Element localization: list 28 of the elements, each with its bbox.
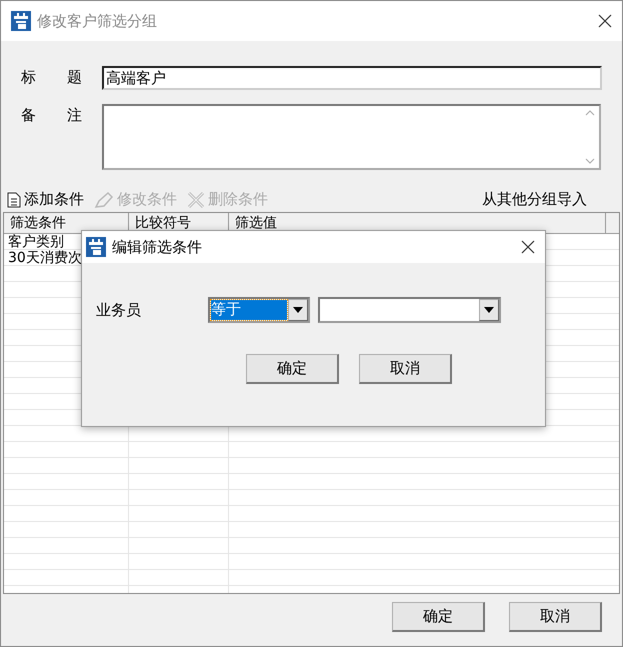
field-label: 标 题 bbox=[21, 67, 83, 87]
table-cell-text: 客户类别 bbox=[7, 234, 64, 250]
ok-button[interactable]: 确定 bbox=[392, 602, 485, 632]
cancel-button[interactable]: 取消 bbox=[359, 354, 452, 384]
cross-icon bbox=[187, 190, 205, 208]
dialog-title: 编辑筛选条件 bbox=[112, 238, 202, 256]
dropdown-icon bbox=[484, 307, 494, 313]
import-button[interactable]: 从其他分组导入 bbox=[482, 190, 587, 209]
field-label: 备 注 bbox=[21, 105, 83, 125]
dropdown-icon bbox=[293, 307, 303, 313]
app-logo-icon bbox=[86, 237, 106, 257]
ok-button[interactable]: 确定 bbox=[246, 354, 339, 384]
table-cell-text: 30天消费次 bbox=[7, 250, 82, 266]
close-icon[interactable] bbox=[521, 240, 535, 254]
scroll-down-icon[interactable] bbox=[585, 158, 595, 164]
cancel-button[interactable]: 取消 bbox=[509, 602, 602, 632]
field-label: 业务员 bbox=[96, 300, 142, 320]
value-dropdown[interactable] bbox=[318, 297, 501, 323]
notes-field[interactable] bbox=[102, 104, 601, 170]
close-icon[interactable] bbox=[598, 14, 612, 28]
app-logo-icon bbox=[11, 11, 31, 31]
document-icon bbox=[7, 192, 21, 208]
scroll-up-icon[interactable] bbox=[585, 110, 595, 116]
toolbar-button[interactable]: 添加条件 bbox=[7, 190, 84, 209]
pencil-icon bbox=[94, 190, 114, 208]
operator-dropdown[interactable]: 等于 bbox=[208, 297, 310, 323]
title-input[interactable]: 高端客户 bbox=[102, 66, 602, 90]
window-title: 修改客户筛选分组 bbox=[37, 12, 157, 30]
